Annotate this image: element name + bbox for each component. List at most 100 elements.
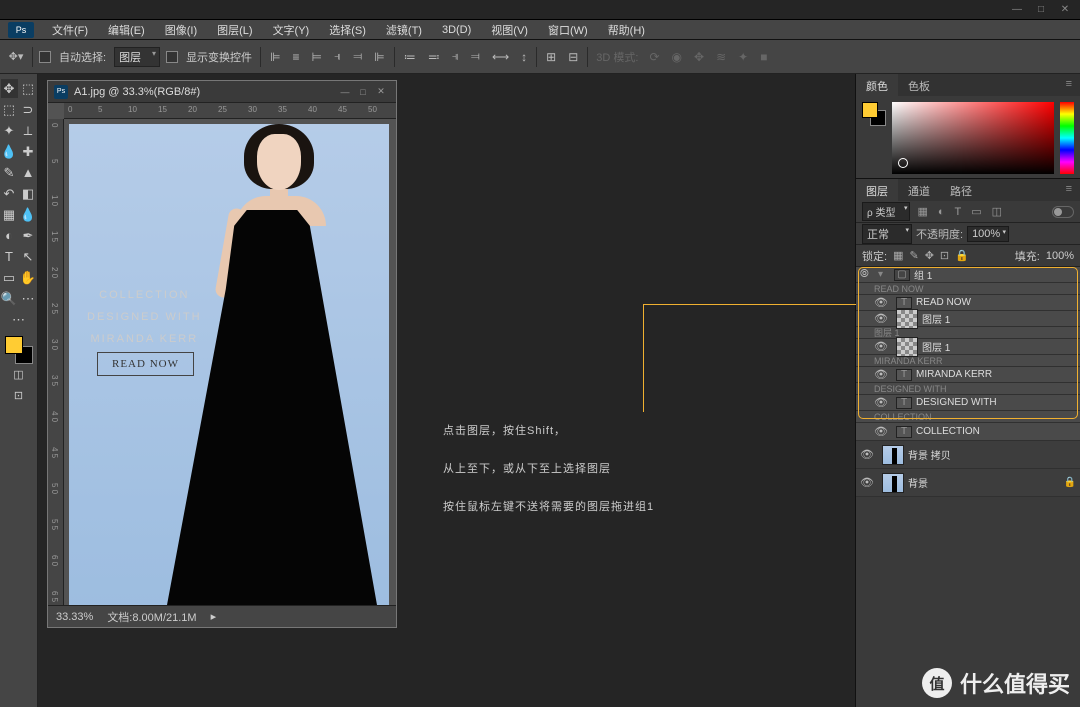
layer-row[interactable]: MIRANDA KERR <box>856 355 1080 367</box>
crop-tool[interactable]: ⟂ <box>20 121 37 140</box>
menu-type[interactable]: 文字(Y) <box>263 22 320 38</box>
tab-swatches[interactable]: 色板 <box>898 74 940 96</box>
minimize-button[interactable]: — <box>1008 4 1026 16</box>
auto-select-checkbox[interactable] <box>39 51 51 63</box>
layer-row[interactable]: 👁 图层 1 <box>856 311 1080 327</box>
blur-tool[interactable]: 💧 <box>20 205 37 224</box>
filter-shape-icon[interactable]: ▭ <box>968 205 984 218</box>
blend-mode-select[interactable]: 正常 <box>862 224 912 244</box>
hand-tool[interactable]: ✋ <box>20 268 37 287</box>
fill-input[interactable]: 100% <box>1046 250 1074 262</box>
layer-row[interactable]: 👁 背景 🔒 <box>856 469 1080 497</box>
layer-row[interactable]: ⦾ ▾ ▢ 组 1 <box>856 267 1080 283</box>
gradient-tool[interactable]: ▦ <box>1 205 18 224</box>
distribute-icon[interactable]: ⟷ <box>489 50 512 64</box>
menu-file[interactable]: 文件(F) <box>42 22 98 38</box>
doc-minimize[interactable]: — <box>336 87 354 97</box>
layer-name[interactable]: READ NOW <box>916 297 971 308</box>
visibility-icon[interactable]: 👁 <box>874 396 892 409</box>
auto-align-icon[interactable]: ⊟ <box>565 50 581 64</box>
doc-info[interactable]: 文档:8.00M/21.1M <box>107 609 196 625</box>
visibility-icon[interactable]: 👁 <box>874 296 892 309</box>
opacity-input[interactable]: 100% <box>967 226 1009 242</box>
distribute-icon[interactable]: ≔ <box>401 50 419 64</box>
tab-color[interactable]: 颜色 <box>856 74 898 96</box>
menu-filter[interactable]: 滤镜(T) <box>376 22 432 38</box>
maximize-button[interactable]: □ <box>1032 4 1050 16</box>
menu-window[interactable]: 窗口(W) <box>538 22 598 38</box>
visibility-icon[interactable]: 👁 <box>874 340 892 353</box>
lock-all-icon[interactable]: 🔒 <box>955 249 969 262</box>
layer-row[interactable]: 👁 图层 1 <box>856 339 1080 355</box>
move-tool[interactable]: ✥ <box>1 79 18 98</box>
color-swatch[interactable] <box>5 336 33 364</box>
distribute-icon[interactable]: ⫣ <box>449 49 462 64</box>
visibility-icon[interactable]: 👁 <box>874 368 892 381</box>
zoom-level[interactable]: 33.33% <box>56 611 93 623</box>
tab-channels[interactable]: 通道 <box>898 179 940 201</box>
panel-menu-icon[interactable]: ≡ <box>1058 179 1080 201</box>
lasso-tool[interactable]: ⊃ <box>20 100 37 119</box>
layer-name[interactable]: 背景 <box>908 475 928 490</box>
layer-name[interactable]: 背景 拷贝 <box>908 447 951 462</box>
brush-tool[interactable]: ✎ <box>1 163 18 182</box>
eraser-tool[interactable]: ◧ <box>20 184 37 203</box>
edit-toolbar[interactable]: ⋯ <box>20 289 37 308</box>
align-icon[interactable]: ⊨ <box>309 50 325 64</box>
path-tool[interactable]: ↖ <box>20 247 37 266</box>
layer-name[interactable]: MIRANDA KERR <box>916 369 992 380</box>
layer-row[interactable]: READ NOW <box>856 283 1080 295</box>
layer-row[interactable]: DESIGNED WITH <box>856 383 1080 395</box>
menu-layer[interactable]: 图层(L) <box>207 22 262 38</box>
visibility-icon[interactable]: 👁 <box>860 476 878 489</box>
lock-brush-icon[interactable]: ✎ <box>909 249 918 262</box>
dodge-tool[interactable]: ◐ <box>1 226 18 245</box>
layer-row[interactable]: 👁 T READ NOW <box>856 295 1080 311</box>
visibility-icon[interactable]: 👁 <box>874 425 892 438</box>
align-icon[interactable]: ⊫ <box>267 50 283 64</box>
layer-row[interactable]: 👁 背景 拷贝 <box>856 441 1080 469</box>
distribute-icon[interactable]: ↕ <box>518 50 530 64</box>
artboard-tool[interactable]: ⬚ <box>20 79 37 98</box>
lock-artboard-icon[interactable]: ⊡ <box>940 249 949 262</box>
layer-row[interactable]: 👁 T COLLECTION <box>856 423 1080 441</box>
hue-slider[interactable] <box>1060 102 1074 174</box>
zoom-tool[interactable]: 🔍 <box>1 289 18 308</box>
status-arrow-icon[interactable]: ▸ <box>211 610 217 623</box>
doc-maximize[interactable]: □ <box>354 87 372 97</box>
layer-row[interactable]: COLLECTION <box>856 411 1080 423</box>
layer-name[interactable]: 图层 1 <box>922 339 950 354</box>
menu-image[interactable]: 图像(I) <box>155 22 207 38</box>
type-tool[interactable]: T <box>1 247 18 266</box>
quickmask-toggle[interactable]: ◫ <box>10 366 27 383</box>
align-icon[interactable]: ⫤ <box>350 49 365 64</box>
layer-name[interactable]: DESIGNED WITH <box>916 397 997 408</box>
layer-row[interactable]: 图层 1 <box>856 327 1080 339</box>
lock-pixels-icon[interactable]: ▦ <box>893 249 903 262</box>
visibility-icon[interactable]: ⦾ <box>860 268 878 281</box>
pen-tool[interactable]: ✒ <box>20 226 37 245</box>
menu-select[interactable]: 选择(S) <box>319 22 376 38</box>
transform-checkbox[interactable] <box>166 51 178 63</box>
menu-view[interactable]: 视图(V) <box>481 22 538 38</box>
canvas[interactable]: COLLECTION DESIGNED WITH MIRANDA KERR RE… <box>69 124 389 609</box>
distribute-icon[interactable]: ≕ <box>425 50 443 64</box>
filter-type-select[interactable]: ρ 类型 <box>862 202 910 221</box>
filter-type-icon[interactable]: T <box>952 206 965 218</box>
distribute-icon[interactable]: ⫤ <box>468 49 483 64</box>
filter-smart-icon[interactable]: ◫ <box>989 205 1005 218</box>
doc-close[interactable]: ✕ <box>372 86 390 97</box>
tab-paths[interactable]: 路径 <box>940 179 982 201</box>
stamp-tool[interactable]: ▲ <box>20 163 37 182</box>
layer-name[interactable]: 图层 1 <box>922 311 950 326</box>
filter-toggle[interactable] <box>1052 206 1074 218</box>
tab-layers[interactable]: 图层 <box>856 179 898 201</box>
heal-tool[interactable]: ✚ <box>20 142 37 161</box>
align-icon[interactable]: ≡ <box>290 50 303 64</box>
more-tool[interactable]: ⋯ <box>10 310 27 329</box>
layer-name[interactable]: COLLECTION <box>916 426 980 437</box>
menu-edit[interactable]: 编辑(E) <box>98 22 155 38</box>
marquee-tool[interactable]: ⬚ <box>1 100 18 119</box>
color-field[interactable] <box>892 102 1054 174</box>
visibility-icon[interactable]: 👁 <box>860 448 878 461</box>
